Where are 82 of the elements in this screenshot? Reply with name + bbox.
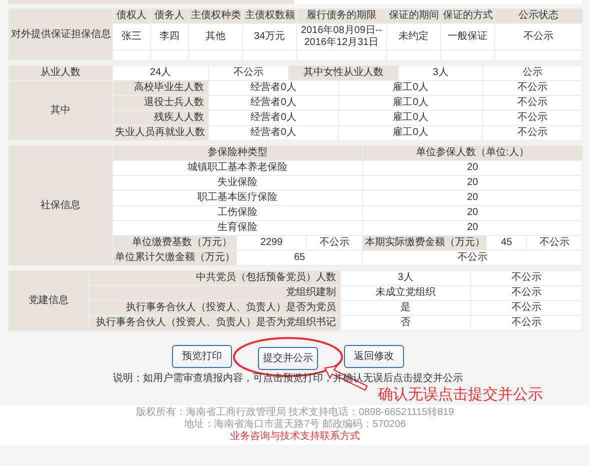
table-cell: 雇工0人 [338, 110, 482, 126]
back-button[interactable]: 返回修改 [344, 345, 404, 368]
table-cell: 经营者0人 [208, 126, 338, 140]
address-text: 地址：海南省海口市蓝天路7号 邮政编码：570206 [183, 419, 407, 430]
table-cell: 65 [236, 250, 363, 266]
row-label: 本期实际缴费金额（万元） [362, 236, 487, 250]
row-label: 高校毕业生人数 [112, 80, 208, 96]
table-cell: 不公示 [482, 126, 582, 140]
table-cell: 一般保证 [440, 24, 494, 50]
table-cell: 不公示 [494, 24, 582, 50]
table-cell: 不公示 [482, 110, 582, 126]
row-label: 单位缴费基数（万元） [112, 236, 236, 250]
table-cell: 3人 [340, 270, 470, 286]
row-label: 失业人员再就业人数 [112, 126, 208, 140]
table-cell: 不公示 [362, 250, 583, 266]
submit-button[interactable]: 提交并公示 [258, 347, 318, 370]
table-cell: 经营者0人 [208, 96, 338, 110]
column-header: 债权人 [112, 8, 150, 24]
table-cell: 3人 [398, 66, 482, 80]
table-cell: 城镇职工基本养老保险 [112, 160, 363, 176]
table-cell: 是 [340, 300, 470, 316]
row-label: 党组织建制 [88, 286, 340, 300]
table-cell: 不公示 [482, 96, 582, 110]
column-header: 参保险种类型 [112, 146, 363, 160]
row-label: 残疾人人数 [112, 110, 208, 126]
table-cell: 2016年08月09日--2016年12月31日 [296, 24, 386, 50]
table-cell: 24人 [112, 66, 208, 80]
column-header: 保证的期间 [386, 8, 440, 24]
table-cell: 经营者0人 [208, 110, 338, 126]
table-cell: 职工基本医疗保险 [112, 190, 363, 206]
table-cell: 不公示 [306, 236, 363, 250]
preview-print-button[interactable]: 预览打印 [172, 345, 232, 368]
table-cell: 雇工0人 [338, 126, 482, 140]
column-header: 单位参保人数（单位:人） [362, 146, 583, 160]
table-cell: 20 [362, 160, 583, 176]
column-header: 主债权数额 [242, 8, 296, 24]
table-cell: 不公示 [470, 300, 582, 316]
table-cell: 工伤保险 [112, 206, 363, 220]
table-cell: 公示 [482, 66, 582, 80]
table-cell: 20 [362, 176, 583, 190]
table-cell: 34万元 [242, 24, 296, 50]
table-cell: 20 [362, 220, 583, 236]
table-cell: 经营者0人 [208, 80, 338, 96]
table-cell: 2299 [236, 236, 306, 250]
contact-link[interactable]: 业务咨询与技术支持联系方式 [230, 431, 360, 442]
row-label: 退役士兵人数 [112, 96, 208, 110]
table-cell: 不公示 [208, 66, 288, 80]
column-header: 保证的方式 [440, 8, 494, 24]
table-cell: 不公示 [526, 236, 583, 250]
table-cell: 雇工0人 [338, 96, 482, 110]
column-header: 债务人 [150, 8, 188, 24]
table-cell: 不公示 [470, 316, 582, 330]
annotation-text: 确认无误点击提交并公示 [378, 385, 543, 403]
row-label: 中共党员（包括预备党员）人数 [88, 270, 340, 286]
copyright-text: 版权所有：海南省工商行政管理局 技术支持电话：0898-66521115转819 [134, 407, 456, 418]
table-cell: 不公示 [470, 286, 582, 300]
table-cell: 其他 [188, 24, 242, 50]
row-label: 单位累计欠缴金额（万元） [112, 250, 236, 266]
section-label: 社保信息 [8, 146, 112, 266]
row-label: 执行事务合伙人（投资人、负责人）是否为党员 [88, 300, 340, 316]
row-label: 从业人数 [8, 66, 112, 80]
table-cell: 不公示 [470, 270, 582, 286]
table-cell: 未成立党组织 [340, 286, 470, 300]
table-cell: 不公示 [482, 80, 582, 96]
table-cell: 20 [362, 190, 583, 206]
table-cell: 20 [362, 206, 583, 220]
table-cell: 45 [486, 236, 527, 250]
row-label: 执行事务合伙人（投资人、负责人）是否为党组织书记 [88, 316, 340, 330]
section-label: 党建信息 [8, 270, 88, 330]
section-label: 其中 [8, 80, 112, 140]
table-cell: 李四 [150, 24, 188, 50]
table-cell: 失业保险 [112, 176, 363, 190]
table-cell: 否 [340, 316, 470, 330]
table-cell: 未约定 [386, 24, 440, 50]
column-header: 公示状态 [494, 8, 582, 24]
table-cell: 张三 [112, 24, 150, 50]
column-header: 主债权种类 [188, 8, 242, 24]
row-label: 其中女性从业人数 [288, 66, 398, 80]
section-label: 对外提供保证担保信息 [8, 8, 112, 60]
table-cell: 生育保险 [112, 220, 363, 236]
table-cell: 雇工0人 [338, 80, 482, 96]
column-header: 履行债务的期限 [296, 8, 386, 24]
